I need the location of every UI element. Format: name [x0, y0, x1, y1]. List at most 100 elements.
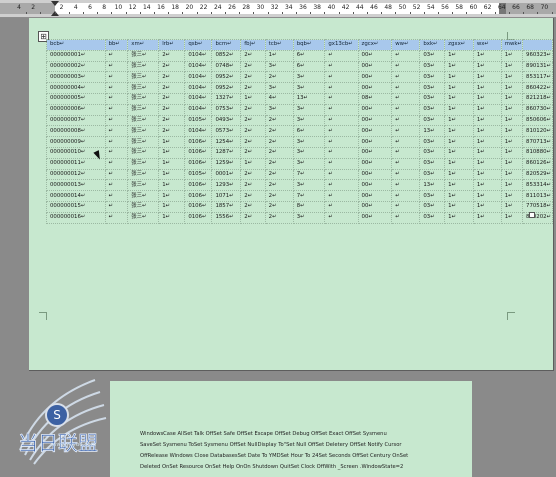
table-cell[interactable]: ↵: [391, 157, 421, 170]
table-header-cell[interactable]: ww↵: [391, 39, 421, 51]
table-cell[interactable]: 000000005↵: [46, 92, 106, 105]
table-cell[interactable]: 860126↵: [522, 157, 553, 170]
table-cell[interactable]: 0748↵: [211, 60, 242, 73]
table-header-cell[interactable]: gx13cb↵: [324, 39, 359, 51]
table-cell[interactable]: ↵: [324, 114, 359, 127]
table-cell[interactable]: 1↵: [472, 190, 502, 202]
table-cell[interactable]: ↵: [324, 103, 359, 116]
table-cell[interactable]: 张三↵: [127, 200, 160, 213]
table-header-cell[interactable]: tcb↵: [264, 39, 294, 51]
table-cell[interactable]: 张三↵: [127, 211, 160, 224]
table-cell[interactable]: 1071↵: [211, 190, 242, 202]
table-cell[interactable]: 1↵: [500, 200, 524, 213]
table-cell[interactable]: ↵: [104, 190, 129, 202]
table-cell[interactable]: 1↵: [472, 82, 502, 94]
table-cell[interactable]: ↵: [391, 125, 421, 138]
table-cell[interactable]: 811013↵: [522, 190, 553, 202]
table-cell[interactable]: ↵: [324, 71, 359, 84]
table-cell[interactable]: ↵: [104, 49, 129, 62]
table-cell[interactable]: 0106↵: [184, 200, 213, 213]
table-cell[interactable]: ↵: [324, 92, 359, 105]
table-cell[interactable]: 张三↵: [127, 179, 160, 192]
table-cell[interactable]: 00↵: [357, 49, 393, 62]
table-cell[interactable]: 000000004↵: [46, 82, 106, 94]
table-header-cell[interactable]: [522, 39, 553, 51]
table-cell[interactable]: 2↵: [240, 211, 266, 224]
table-cell[interactable]: 张三↵: [127, 190, 160, 202]
table-cell[interactable]: 1↵: [444, 157, 474, 170]
table-cell[interactable]: 0104↵: [184, 92, 213, 105]
table-cell[interactable]: 890131↵: [522, 60, 553, 73]
table-header-cell[interactable]: bcb↵: [46, 39, 106, 51]
table-header-cell[interactable]: mwk↵: [500, 39, 524, 51]
table-cell[interactable]: 1556↵: [211, 211, 242, 224]
table-cell[interactable]: ↵: [391, 179, 421, 192]
table-row[interactable]: 000000013↵ ↵ 张三↵ 1↵ 0106↵ 1293↵ 2↵ 2↵ 3↵ ↵ 00↵ ↵ 13↵…: [46, 179, 553, 192]
table-cell[interactable]: ↵: [391, 200, 421, 213]
table-cell[interactable]: 2↵: [240, 136, 266, 148]
table-cell[interactable]: 2↵: [264, 136, 294, 148]
table-cell[interactable]: ↵: [104, 168, 129, 181]
table-row[interactable]: 000000011↵ ↵ 张三↵ 1↵ 0106↵ 1259↵ 1↵ 2↵ 3↵ ↵ 00↵ ↵ 03↵…: [46, 157, 553, 170]
table-cell[interactable]: 1↵: [444, 190, 474, 202]
table-cell[interactable]: 3↵: [292, 82, 326, 94]
table-cell[interactable]: ↵: [104, 114, 129, 127]
table-cell[interactable]: 3↵: [292, 71, 326, 84]
table-cell[interactable]: ↵: [324, 49, 359, 62]
table-cell[interactable]: 1↵: [444, 168, 474, 181]
table-cell[interactable]: 00↵: [357, 157, 393, 170]
table-cell[interactable]: ↵: [324, 82, 359, 94]
table-cell[interactable]: 000000002↵: [46, 60, 106, 73]
horizontal-ruler[interactable]: 4 2 2 4 6 8 10 12 14 16 18 20 22 24 26 28 30 32 34 36 38 40 42…: [0, 0, 556, 18]
table-cell[interactable]: 1↵: [472, 146, 502, 159]
table-cell[interactable]: ↵: [391, 49, 421, 62]
table-cell[interactable]: 0106↵: [184, 211, 213, 224]
table-row[interactable]: 000000010↵ ↵ 张三↵ 1↵ 0106↵ 1287↵ 2↵ 2↵ 3↵ ↵ 00↵ ↵ 03↵…: [46, 146, 553, 159]
table-cell[interactable]: 0952↵: [211, 82, 242, 94]
table-cell[interactable]: 03↵: [419, 60, 446, 73]
table-cell[interactable]: ↵: [391, 82, 421, 94]
table-cell[interactable]: 03↵: [419, 168, 446, 181]
table-cell[interactable]: 03↵: [419, 103, 446, 116]
table-row[interactable]: 000000004↵ ↵ 张三↵ 2↵ 0104↵ 0952↵ 2↵ 3↵ 3↵ ↵ 00↵ ↵ 03↵…: [46, 82, 553, 94]
table-cell[interactable]: 03↵: [419, 71, 446, 84]
first-line-indent-marker[interactable]: [51, 1, 59, 6]
table-cell[interactable]: 张三↵: [127, 60, 160, 73]
table-cell[interactable]: 1857↵: [211, 200, 242, 213]
table-cell[interactable]: 00↵: [357, 71, 393, 84]
table-cell[interactable]: 000000013↵: [46, 179, 106, 192]
table-cell[interactable]: 000000006↵: [46, 103, 106, 116]
table-cell[interactable]: 820529↵: [522, 168, 553, 181]
table-cell[interactable]: 1↵: [472, 179, 502, 192]
table-cell[interactable]: 2↵: [158, 71, 186, 84]
table-cell[interactable]: 1↵: [444, 82, 474, 94]
table-cell[interactable]: 853117↵: [522, 71, 553, 84]
table-cell[interactable]: 2↵: [158, 92, 186, 105]
table-cell[interactable]: 7↵: [292, 190, 326, 202]
table-row[interactable]: 000000014↵ ↵ 张三↵ 1↵ 0106↵ 1071↵ 2↵ 2↵ 7↵ ↵ 00↵ ↵ 03↵…: [46, 190, 553, 202]
table-cell[interactable]: 1287↵: [211, 146, 242, 159]
table-cell[interactable]: 2↵: [240, 125, 266, 138]
table-cell[interactable]: 2↵: [158, 103, 186, 116]
table-cell[interactable]: 2↵: [264, 114, 294, 127]
table-cell[interactable]: 1↵: [500, 71, 524, 84]
table-cell[interactable]: ↵: [104, 82, 129, 94]
table-cell[interactable]: 853314↵: [522, 179, 553, 192]
table-cell[interactable]: ↵: [104, 103, 129, 116]
table-cell[interactable]: 1↵: [472, 114, 502, 127]
table-cell[interactable]: 000000012↵: [46, 168, 106, 181]
table-cell[interactable]: 1↵: [500, 82, 524, 94]
table-cell[interactable]: 7↵: [292, 168, 326, 181]
table-cell[interactable]: 000000016↵: [46, 211, 106, 224]
table-header-cell[interactable]: wx↵: [472, 39, 502, 51]
code-line[interactable]: SaveSet Sysmenu ToSet Sysmenu OffSet Nul…: [140, 440, 415, 451]
table-cell[interactable]: ↵: [324, 136, 359, 148]
table-cell[interactable]: 13↵: [292, 92, 326, 105]
table-cell[interactable]: 03↵: [419, 157, 446, 170]
table-cell[interactable]: 00↵: [357, 60, 393, 73]
table-cell[interactable]: 0852↵: [211, 49, 242, 62]
table-cell[interactable]: 870713↵: [522, 136, 553, 148]
table-cell[interactable]: ↵: [324, 146, 359, 159]
table-cell[interactable]: 1254↵: [211, 136, 242, 148]
table-cell[interactable]: ↵: [104, 211, 129, 224]
